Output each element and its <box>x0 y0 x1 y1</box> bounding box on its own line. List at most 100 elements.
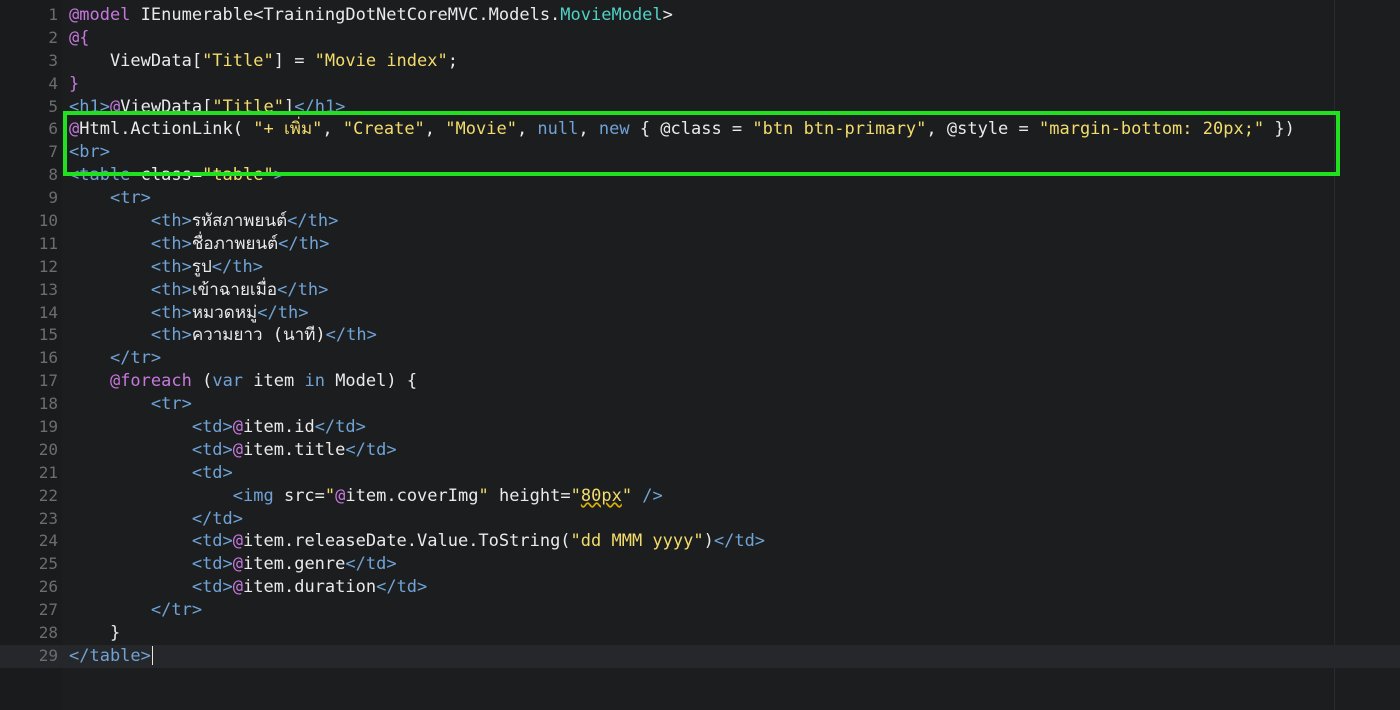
code-token: } <box>69 73 80 94</box>
line-number: 20 <box>38 439 58 459</box>
code-token: รูป <box>191 256 212 277</box>
code-line[interactable]: 18 <tr> <box>0 393 1400 416</box>
code-token: @ <box>232 577 244 598</box>
code-token: > <box>662 5 673 25</box>
line-number: 15 <box>38 325 58 345</box>
code-token: item.releaseDate.Value.ToString( <box>243 531 571 552</box>
code-token: IEnumerable<TrainingDotNetCoreMVC.Models… <box>130 5 561 25</box>
code-line[interactable]: 13 <th>เข้าฉายเมื่อ</th> <box>0 279 1400 302</box>
code-token: </td> <box>713 531 766 552</box>
code-token: </th> <box>325 325 377 346</box>
code-token: "dd MMM yyyy" <box>570 531 704 552</box>
code-token: ] = <box>273 50 315 71</box>
line-number: 17 <box>38 371 58 391</box>
line-number: 18 <box>38 394 58 414</box>
code-text: </table> <box>69 645 153 668</box>
code-line[interactable]: 25 <td>@item.genre</td> <box>0 553 1400 576</box>
code-token: รหัสภาพยนต์ <box>191 211 288 232</box>
code-text: <th>รูป</th> <box>69 256 263 279</box>
code-token: height= <box>488 485 571 506</box>
code-line[interactable]: 19 <td>@item.id</td> <box>0 416 1400 439</box>
code-token: <td> <box>191 462 233 483</box>
line-number: 9 <box>48 188 58 208</box>
code-token: ViewData[ <box>69 50 203 71</box>
code-text: </tr> <box>69 599 202 622</box>
code-token: </td> <box>345 554 397 575</box>
code-line[interactable]: 10 <th>รหัสภาพยนต์</th> <box>0 210 1400 233</box>
code-line[interactable]: 21 <td> <box>0 462 1400 485</box>
line-number: 14 <box>38 302 58 322</box>
code-token: ( <box>191 371 213 392</box>
code-token: item.id <box>243 417 315 438</box>
code-line[interactable]: 11 <th>ชื่อภาพยนต์</th> <box>0 233 1400 256</box>
code-token: </td> <box>376 577 428 598</box>
code-line[interactable]: 16 </tr> <box>0 347 1400 370</box>
code-token: </td> <box>345 439 397 460</box>
code-token: <td> <box>191 554 233 575</box>
code-token: @model <box>69 5 131 25</box>
code-line[interactable]: 24 <td>@item.releaseDate.Value.ToString(… <box>0 530 1400 553</box>
code-token: ชื่อภาพยนต์ <box>191 233 279 254</box>
code-line[interactable]: 2 @{ <box>0 27 1400 50</box>
code-token: @ <box>232 439 244 460</box>
code-text: @foreach (var item in Model) { <box>69 370 417 393</box>
code-line[interactable]: 28 } <box>0 622 1400 645</box>
line-number: 28 <box>38 623 58 643</box>
code-token: src= <box>273 485 325 506</box>
code-line[interactable]: 20 <td>@item.title</td> <box>0 439 1400 462</box>
code-token: " <box>621 485 633 506</box>
code-editor[interactable]: 1 @model IEnumerable<TrainingDotNetCoreMV… <box>0 0 1400 710</box>
code-line[interactable]: 23 </td> <box>0 508 1400 531</box>
line-number: 7 <box>48 142 58 162</box>
line-number: 24 <box>38 531 58 551</box>
code-line[interactable]: 3 ViewData["Title"] = "Movie index"; <box>0 50 1400 73</box>
line-number: 10 <box>38 211 58 231</box>
code-token: </th> <box>257 302 309 323</box>
line-number: 5 <box>48 96 58 116</box>
code-line[interactable]: 14 <th>หมวดหมู่</th> <box>0 302 1400 325</box>
code-token: <tr> <box>150 394 192 415</box>
code-line[interactable]: 26 <td>@item.duration</td> <box>0 576 1400 599</box>
code-line[interactable]: 9 <tr> <box>0 187 1400 210</box>
code-token: Model) { <box>324 371 418 392</box>
code-token: ความยาว (นาที) <box>191 325 326 346</box>
line-number: 25 <box>38 554 58 574</box>
code-line[interactable]: 17 @foreach (var item in Model) { <box>0 370 1400 393</box>
code-token: 80px <box>580 485 622 506</box>
code-token: <th> <box>150 302 192 323</box>
code-line[interactable]: 1 @model IEnumerable<TrainingDotNetCoreMV… <box>0 4 1400 27</box>
code-token: <th> <box>150 233 192 254</box>
code-token: <tr> <box>109 188 151 209</box>
line-number: 13 <box>38 279 58 299</box>
code-area[interactable]: 1 @model IEnumerable<TrainingDotNetCoreMV… <box>0 4 1400 668</box>
code-token: </tr> <box>150 600 203 621</box>
code-line[interactable]: 12 <th>รูป</th> <box>0 256 1400 279</box>
code-line[interactable]: 29 </table> <box>0 644 1400 668</box>
code-line[interactable]: 4} <box>0 73 1400 96</box>
line-number: 4 <box>48 73 58 93</box>
code-token: item.coverImg <box>345 485 479 506</box>
code-line[interactable]: 15 <th>ความยาว (นาที)</th> <box>0 324 1400 347</box>
code-token: </td> <box>314 417 366 438</box>
code-line[interactable]: 27 </tr> <box>0 599 1400 622</box>
line-number: 12 <box>38 256 58 276</box>
code-line[interactable]: 22 <img src="@item.coverImg" height="80p… <box>0 485 1400 508</box>
code-text: <td>@item.title</td> <box>69 439 397 462</box>
code-text: ViewData["Title"] = "Movie index"; <box>69 50 458 73</box>
code-token: <td> <box>191 577 233 598</box>
code-token: <td> <box>191 439 233 460</box>
code-token: @{ <box>69 27 90 48</box>
line-number: 8 <box>48 165 58 185</box>
code-token: @foreach <box>109 371 192 392</box>
